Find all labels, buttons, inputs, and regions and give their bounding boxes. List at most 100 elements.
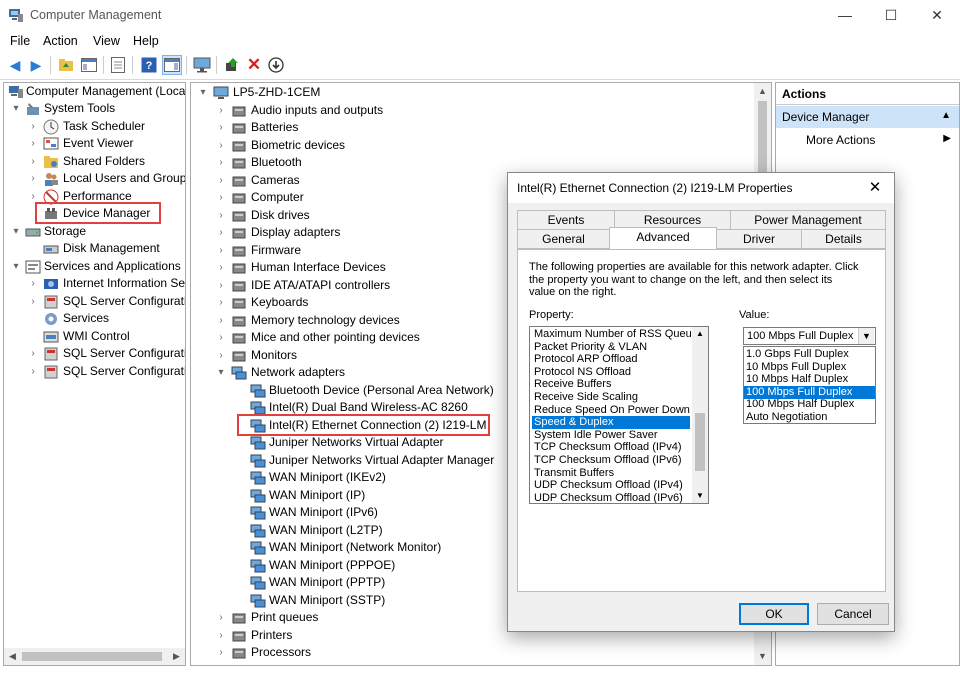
value-option-item[interactable]: 100 Mbps Half Duplex	[744, 398, 875, 411]
expand-arrow-icon[interactable]: ›	[216, 207, 226, 224]
property-list-scrollbar[interactable]: ▲ ▼	[692, 327, 708, 503]
console-tree-icon[interactable]	[79, 55, 99, 75]
property-list-item[interactable]: Packet Priority & VLAN	[532, 341, 690, 354]
menu-file[interactable]: File	[10, 34, 30, 48]
tab-general[interactable]: General	[517, 229, 610, 249]
device-category-batteries[interactable]: › Batteries	[191, 119, 751, 136]
tab-power-management[interactable]: Power Management	[730, 210, 886, 230]
collapse-arrow-icon[interactable]: ▾	[198, 84, 208, 101]
expand-arrow-icon[interactable]: ›	[216, 172, 226, 189]
value-option-item[interactable]: Auto Negotiation	[744, 411, 875, 423]
device-category-processors[interactable]: › Processors	[191, 644, 751, 661]
expand-arrow-icon[interactable]: ›	[216, 312, 226, 329]
property-listbox[interactable]: Maximum Number of RSS Queues Packet Prior…	[529, 326, 709, 504]
expand-arrow-icon[interactable]: ›	[216, 137, 226, 154]
tree-item-iis[interactable]: › Internet Information Ser	[4, 275, 185, 292]
value-option-item[interactable]: 10 Mbps Full Duplex	[744, 361, 875, 374]
expand-arrow-icon[interactable]: ›	[216, 627, 226, 644]
property-list-item[interactable]: Reduce Speed On Power Down	[532, 404, 690, 417]
menu-help[interactable]: Help	[133, 34, 159, 48]
property-list-item[interactable]: Protocol NS Offload	[532, 366, 690, 379]
scroll-thumb[interactable]	[22, 652, 162, 661]
property-list-item[interactable]: UDP Checksum Offload (IPv6)	[532, 492, 690, 503]
value-dropdown[interactable]: 100 Mbps Full Duplex ▼	[743, 327, 876, 345]
value-option-item[interactable]: 100 Mbps Full Duplex	[744, 385, 875, 399]
menu-action[interactable]: Action	[43, 34, 78, 48]
property-list-item[interactable]: UDP Checksum Offload (IPv4)	[532, 479, 690, 492]
tree-item-services-applications[interactable]: ▾ Services and Applications	[4, 258, 185, 275]
monitor-scan-icon[interactable]	[192, 55, 212, 75]
expand-arrow-icon[interactable]: ›	[216, 224, 226, 241]
property-list-item[interactable]: Receive Buffers	[532, 378, 690, 391]
expand-arrow-icon[interactable]: ›	[216, 644, 226, 661]
collapse-arrow-icon[interactable]: ▾	[216, 364, 226, 381]
tree-item-event-viewer[interactable]: › Event Viewer	[4, 135, 185, 152]
actions-section-device-manager[interactable]: Device Manager ▲	[776, 106, 959, 128]
expand-arrow-icon[interactable]: ›	[216, 242, 226, 259]
scroll-left-arrow-icon[interactable]: ◀	[4, 648, 21, 665]
scroll-up-arrow-icon[interactable]: ▲	[692, 327, 708, 341]
scroll-down-arrow-icon[interactable]: ▼	[692, 489, 708, 503]
expand-arrow-icon[interactable]: ›	[216, 259, 226, 276]
forward-arrow-icon[interactable]: ▶	[26, 55, 46, 75]
property-list-item[interactable]: Protocol ARP Offload	[532, 353, 690, 366]
back-arrow-icon[interactable]: ◀	[5, 55, 25, 75]
left-horizontal-scrollbar[interactable]: ◀ ▶	[4, 648, 185, 665]
expand-arrow-icon[interactable]: ›	[216, 189, 226, 206]
tab-details[interactable]: Details	[801, 229, 886, 249]
property-list-item[interactable]: System Idle Power Saver	[532, 429, 690, 442]
minimize-button[interactable]: —	[822, 0, 868, 30]
tree-item-sql-config-1[interactable]: › SQL Server Configuratic	[4, 293, 185, 310]
expand-arrow-icon[interactable]: ›	[216, 102, 226, 119]
device-category-audio-inputs-and-outputs[interactable]: › Audio inputs and outputs	[191, 102, 751, 119]
value-option-item[interactable]: 10 Mbps Half Duplex	[744, 373, 875, 386]
tree-item-wmi-control[interactable]: WMI Control	[4, 328, 185, 345]
scroll-up-arrow-icon[interactable]: ▲	[754, 83, 771, 100]
expand-arrow-icon[interactable]: ›	[216, 154, 226, 171]
more-actions-item[interactable]: More Actions ▶	[776, 129, 959, 151]
properties-sheet-icon[interactable]	[108, 55, 128, 75]
expand-arrow-icon[interactable]: ›	[216, 277, 226, 294]
property-list-item[interactable]: Receive Side Scaling	[532, 391, 690, 404]
show-hide-action-pane-icon[interactable]	[162, 55, 182, 75]
scroll-thumb[interactable]	[695, 413, 705, 471]
property-list-item[interactable]: Maximum Number of RSS Queues	[532, 328, 703, 341]
ok-button[interactable]: OK	[739, 603, 809, 625]
property-list-item[interactable]: TCP Checksum Offload (IPv6)	[532, 454, 690, 467]
uninstall-x-icon[interactable]: ✕	[244, 55, 264, 75]
help-icon[interactable]: ?	[139, 55, 159, 75]
tree-item-services[interactable]: Services	[4, 310, 185, 327]
download-circle-icon[interactable]	[266, 55, 286, 75]
device-category-bluetooth[interactable]: › Bluetooth	[191, 154, 751, 171]
tree-item-local-users[interactable]: › Local Users and Groups	[4, 170, 185, 187]
expand-arrow-icon[interactable]: ›	[216, 347, 226, 364]
close-button[interactable]: ✕	[914, 0, 960, 30]
expand-arrow-icon[interactable]: ›	[216, 609, 226, 626]
dialog-close-icon[interactable]: ✕	[860, 175, 890, 201]
property-list-item[interactable]: Transmit Buffers	[532, 467, 690, 480]
menu-view[interactable]: View	[93, 34, 120, 48]
up-folder-icon[interactable]	[56, 55, 76, 75]
scroll-right-arrow-icon[interactable]: ▶	[168, 648, 185, 665]
tree-item-shared-folders[interactable]: › Shared Folders	[4, 153, 185, 170]
value-options-list[interactable]: 1.0 Gbps Full Duplex 10 Mbps Full Duplex 1…	[743, 346, 876, 424]
expand-arrow-icon[interactable]: ›	[216, 294, 226, 311]
value-option-item[interactable]: 1.0 Gbps Full Duplex	[744, 348, 875, 361]
update-driver-icon[interactable]	[222, 55, 242, 75]
tree-item-computer-management[interactable]: ▾ Computer Management (Local	[4, 83, 185, 100]
scroll-down-arrow-icon[interactable]: ▼	[754, 648, 771, 665]
collapse-up-icon[interactable]: ▲	[941, 110, 951, 121]
tree-item-sql-config-2[interactable]: › SQL Server Configuratic	[4, 345, 185, 362]
tree-item-system-tools[interactable]: ▾ System Tools	[4, 100, 185, 117]
property-list-item[interactable]: Speed & Duplex	[532, 416, 690, 430]
tab-driver[interactable]: Driver	[716, 229, 802, 249]
expand-arrow-icon[interactable]: ›	[216, 329, 226, 346]
dropdown-arrow-icon[interactable]: ▼	[858, 328, 874, 344]
device-category-biometric-devices[interactable]: › Biometric devices	[191, 137, 751, 154]
maximize-button[interactable]: ☐	[868, 0, 914, 30]
tab-advanced[interactable]: Advanced	[609, 227, 717, 250]
tab-events[interactable]: Events	[517, 210, 615, 230]
tree-item-sql-config-3[interactable]: › SQL Server Configuratic	[4, 363, 185, 380]
tree-item-disk-management[interactable]: Disk Management	[4, 240, 185, 257]
cancel-button[interactable]: Cancel	[817, 603, 889, 625]
